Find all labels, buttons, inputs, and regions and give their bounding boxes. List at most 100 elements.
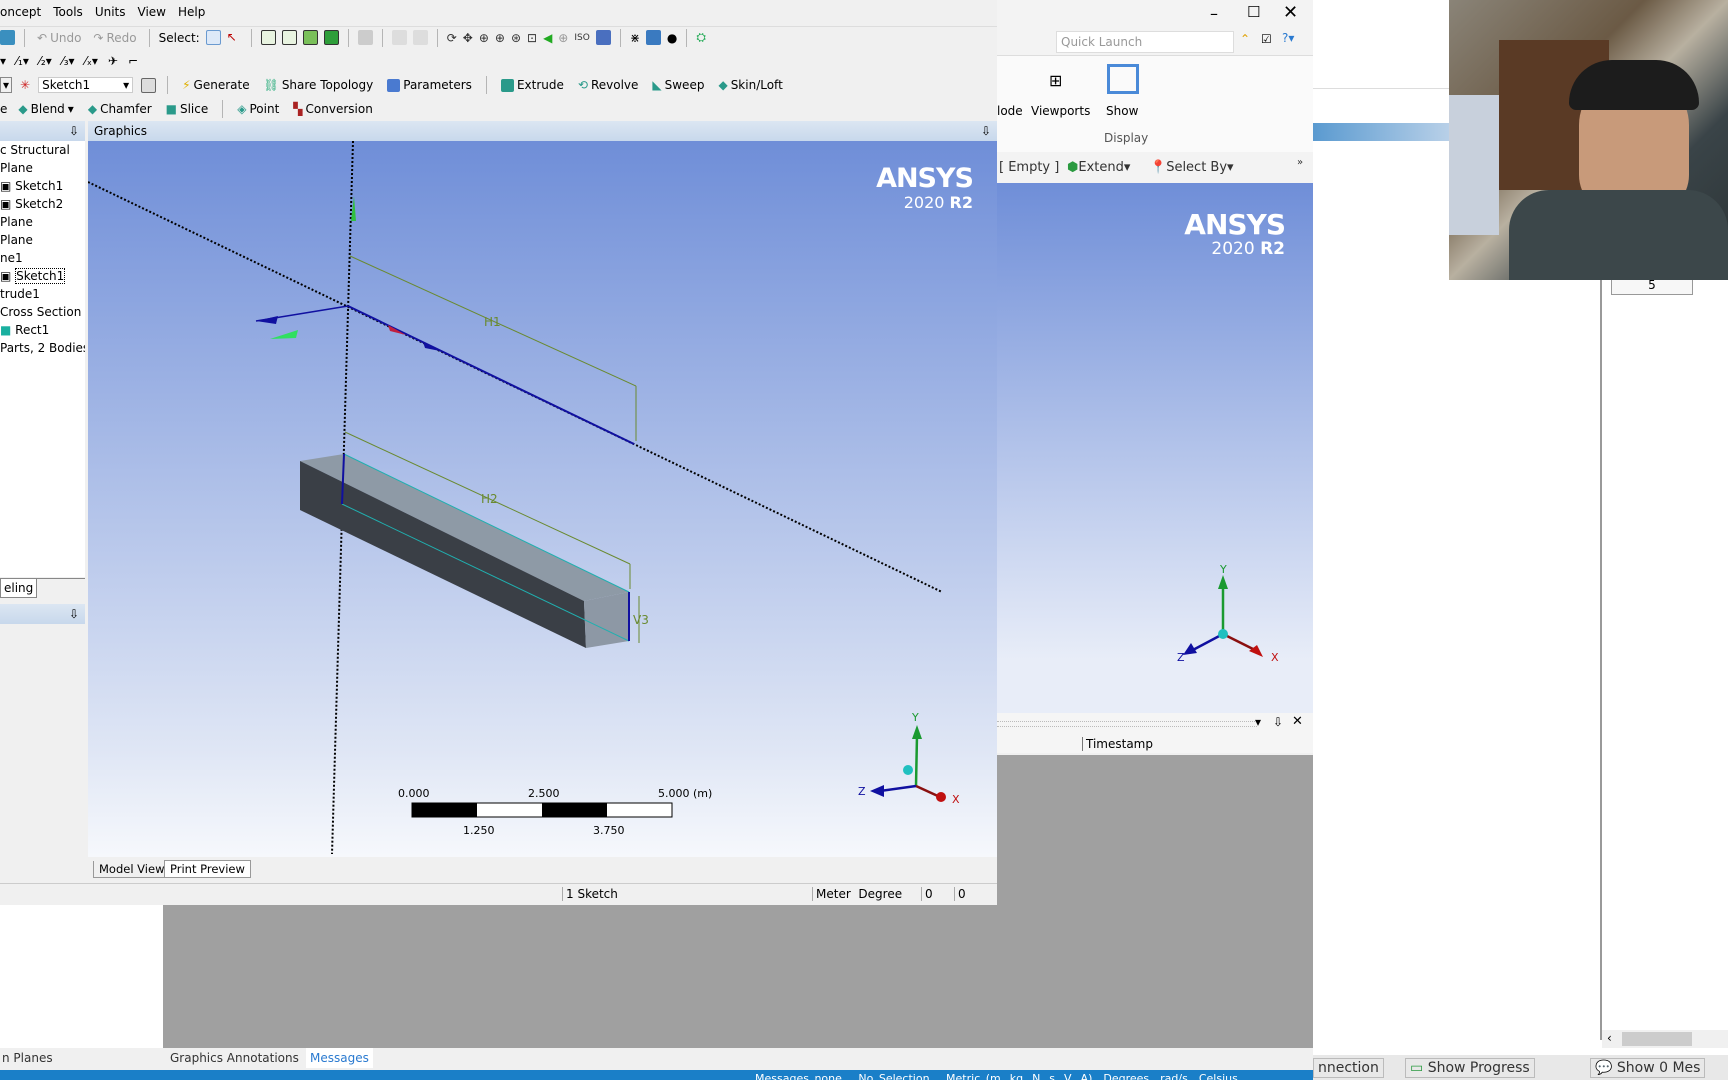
tab-print-preview[interactable]: Print Preview xyxy=(164,860,251,878)
graphics-viewport[interactable]: ANSYS 2020 R2 H1 H2 V3 0.000 2.500 5.000… xyxy=(88,141,997,857)
select-edges-icon[interactable] xyxy=(281,30,297,45)
dropdown-arrow-icon[interactable]: ▾ xyxy=(1255,715,1261,729)
show-button[interactable]: Show xyxy=(1106,104,1138,118)
dropdown-arrow-icon[interactable]: ▾ xyxy=(0,77,13,93)
select-points-icon[interactable] xyxy=(260,30,276,45)
menu-concept[interactable]: oncept xyxy=(0,5,41,19)
tree-item[interactable]: ▣ Sketch2 xyxy=(0,195,85,213)
collapse-ribbon-icon[interactable]: ⌃ xyxy=(1240,32,1250,46)
pin-icon[interactable]: ⇩ xyxy=(1273,715,1283,729)
shaded-view-icon[interactable] xyxy=(645,30,661,45)
show-progress-button[interactable]: ▭ Show Progress xyxy=(1405,1058,1535,1078)
triad-toggle-icon[interactable]: ⋇ xyxy=(630,31,640,45)
horizontal-scrollbar[interactable]: ‹ xyxy=(1602,1030,1728,1048)
menu-tools[interactable]: Tools xyxy=(53,5,83,19)
show-messages-button[interactable]: 💬 Show 0 Mes xyxy=(1590,1058,1706,1078)
redo-button[interactable]: ↷ Redo xyxy=(90,31,139,45)
camera-icon[interactable] xyxy=(0,30,15,45)
look-at-icon[interactable] xyxy=(595,30,611,45)
mech-triad[interactable]: Y X Z xyxy=(1177,563,1297,663)
tab-graphics-annotations[interactable]: Graphics Annotations xyxy=(170,1051,299,1065)
sketch-select[interactable]: Sketch1 ▾ xyxy=(38,77,134,93)
scrollbar-thumb[interactable] xyxy=(1622,1032,1692,1046)
menu-help[interactable]: Help xyxy=(178,5,205,19)
next-view-icon[interactable]: ⊕ xyxy=(558,31,568,45)
help-icon[interactable]: ?▾ xyxy=(1282,31,1294,45)
select-pointer-icon[interactable] xyxy=(205,30,221,45)
sweep-button[interactable]: ◣ Sweep xyxy=(649,78,707,92)
tab-model-view[interactable]: Model View xyxy=(93,861,171,878)
select-faces-icon[interactable] xyxy=(302,30,318,45)
conversion-button[interactable]: ▚ Conversion xyxy=(290,102,376,116)
iso-view-icon[interactable]: ISO xyxy=(574,33,589,43)
zoom-in-icon[interactable]: ⊕ xyxy=(495,31,505,45)
select-by-button[interactable]: 📍Select By▾ xyxy=(1150,160,1234,175)
new-sketch-icon[interactable]: ⌐ xyxy=(128,54,138,68)
mechanical-viewport[interactable]: ANSYS 2020 R2 Y X Z xyxy=(997,183,1313,713)
minimize-icon[interactable]: – xyxy=(1210,4,1218,23)
look-at-plane-icon[interactable]: ✳ xyxy=(20,78,30,92)
skin-loft-button[interactable]: ◆ Skin/Loft xyxy=(715,78,785,92)
pan-icon[interactable]: ✥ xyxy=(463,31,473,45)
axis-triad[interactable]: Y X Z xyxy=(858,711,960,806)
extrude-button[interactable]: Extrude xyxy=(498,78,567,92)
menu-units[interactable]: Units xyxy=(95,5,126,19)
select-mode-icon[interactable]: ↖ xyxy=(227,30,242,45)
tree-item[interactable]: Plane xyxy=(0,231,85,249)
tree-item[interactable]: trude1 xyxy=(0,285,85,303)
blend-button[interactable]: ◆ Blend ▾ xyxy=(15,102,76,116)
close-icon[interactable]: ✕ xyxy=(1292,714,1303,729)
dimension-v3-label[interactable]: V3 xyxy=(633,613,649,627)
generate-button[interactable]: ⚡ Generate xyxy=(179,78,252,92)
splitter[interactable] xyxy=(1600,280,1602,1040)
triad-iso-ball[interactable] xyxy=(1218,629,1228,639)
parameters-button[interactable]: Parameters xyxy=(384,78,475,92)
plane-zx-icon[interactable]: ⁄₂▾ xyxy=(39,54,52,68)
tree-item[interactable]: Plane xyxy=(0,213,85,231)
grip-icon[interactable] xyxy=(997,721,1257,727)
ribbon-mode-label[interactable]: lode xyxy=(997,104,1023,118)
share-topology-button[interactable]: ⛓ Share Topology xyxy=(261,78,377,92)
dimension-h1-label[interactable]: H1 xyxy=(484,315,501,329)
show-faces-icon[interactable]: ⛭ xyxy=(696,30,706,45)
tree-item[interactable]: ■ Rect1 xyxy=(0,321,85,339)
pin-icon[interactable]: ⇩ xyxy=(981,124,991,138)
overflow-icon[interactable]: » xyxy=(1297,157,1303,168)
tab-planes[interactable]: n Planes xyxy=(2,1051,53,1065)
plane-xy-icon[interactable]: ⁄₁▾ xyxy=(16,54,29,68)
revolve-button[interactable]: ⟲ Revolve xyxy=(575,78,642,92)
menu-view[interactable]: View xyxy=(138,5,166,19)
maximize-icon[interactable]: ☐ xyxy=(1247,3,1260,21)
undo-button[interactable]: ↶ Undo xyxy=(34,31,84,45)
extend-button[interactable]: ⬢Extend▾ xyxy=(1067,160,1130,175)
clear-selection-icon[interactable] xyxy=(412,30,428,45)
tree-item[interactable]: Plane xyxy=(0,159,85,177)
triad-iso-ball[interactable] xyxy=(903,765,913,775)
select-bodies-icon[interactable] xyxy=(323,30,339,45)
pin-icon[interactable]: ⇩ xyxy=(69,607,79,621)
extend-selection-icon[interactable] xyxy=(357,30,373,45)
tree-item[interactable]: Cross Section xyxy=(0,303,85,321)
new-plane-icon[interactable]: ✈ xyxy=(108,54,118,68)
chamfer-button[interactable]: ◆ Chamfer xyxy=(85,102,155,116)
pin-icon[interactable]: ⇩ xyxy=(69,124,79,138)
zoom-icon[interactable]: ⊕ xyxy=(479,31,489,45)
tree-item[interactable]: c Structural xyxy=(0,141,85,159)
connection-button[interactable]: nnection xyxy=(1313,1058,1384,1078)
previous-view-icon[interactable]: ◀ xyxy=(543,31,552,45)
tab-messages[interactable]: Messages xyxy=(306,1048,373,1068)
plane-x-icon[interactable]: ⁄ₓ▾ xyxy=(85,54,98,68)
tree-item[interactable]: ne1 xyxy=(0,249,85,267)
zoom-fit-icon[interactable]: ⊡ xyxy=(527,31,537,45)
viewports-button[interactable]: Viewports xyxy=(1031,104,1090,118)
dimension-h2-label[interactable]: H2 xyxy=(481,492,498,506)
tree-item[interactable]: Parts, 2 Bodies xyxy=(0,339,85,357)
slice-button[interactable]: ■ Slice xyxy=(163,102,212,116)
new-sketch-icon[interactable] xyxy=(141,77,157,93)
scroll-left-icon[interactable]: ‹ xyxy=(1607,1031,1612,1045)
dropdown-arrow-icon[interactable]: ▾ xyxy=(0,54,6,68)
zoom-box-icon[interactable]: ⊛ xyxy=(511,31,521,45)
rotate-icon[interactable]: ⟳ xyxy=(447,31,457,45)
checklist-icon[interactable]: ☑ xyxy=(1261,32,1272,46)
tab-modeling[interactable]: eling xyxy=(0,579,38,598)
